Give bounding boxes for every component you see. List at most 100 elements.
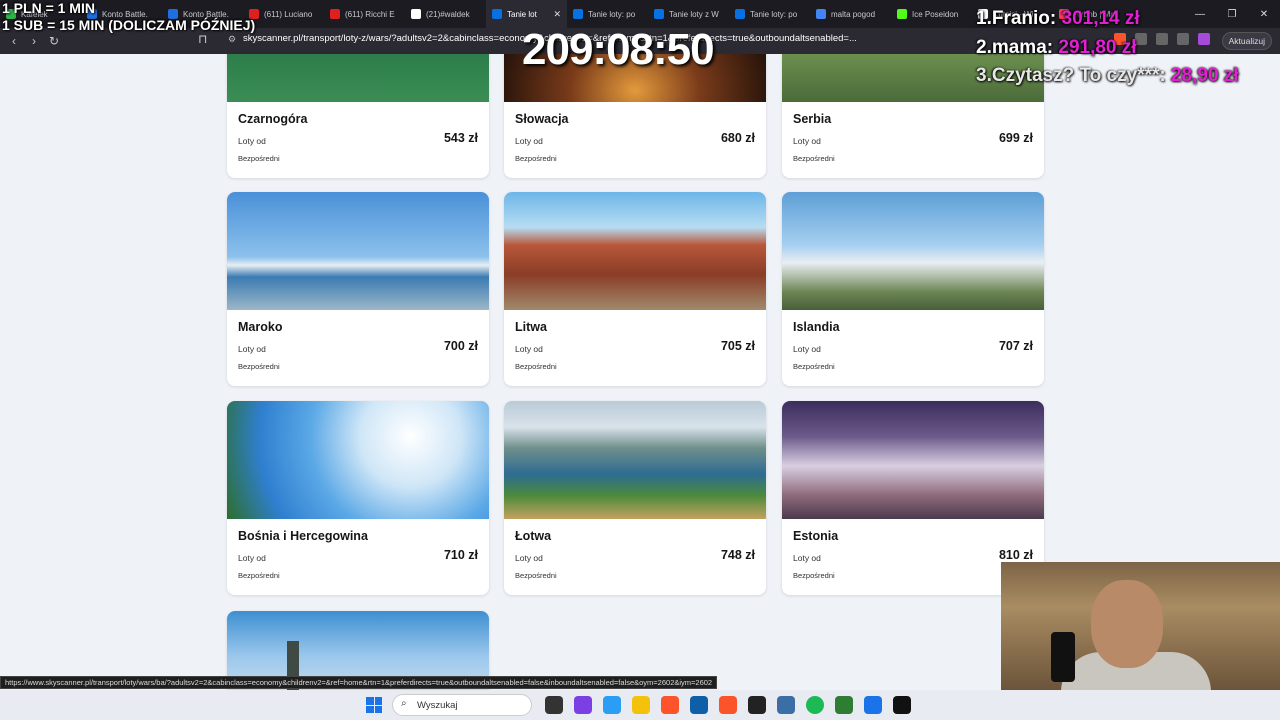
destination-card[interactable]: Łotwa Loty od 748 zł Bezpośredni bbox=[504, 401, 766, 595]
destination-card[interactable]: Islandia Loty od 707 zł Bezpośredni bbox=[782, 192, 1044, 386]
flights-from-label: Loty od bbox=[238, 553, 266, 563]
donor-amount: 28,90 zł bbox=[1170, 65, 1239, 86]
close-tab-icon[interactable]: ✕ bbox=[553, 9, 561, 20]
tab-favicon-icon bbox=[816, 9, 826, 19]
direct-flight-label: Bezpośredni bbox=[515, 154, 557, 163]
maximize-icon[interactable]: ❐ bbox=[1216, 9, 1248, 20]
browser-tab[interactable]: Tanie lot ✕ bbox=[486, 0, 567, 28]
messenger-icon[interactable] bbox=[574, 696, 592, 714]
windows-start-icon[interactable] bbox=[366, 697, 382, 713]
taskbar-search[interactable]: ⌕ Wyszukaj bbox=[392, 694, 532, 716]
destination-card[interactable]: Maroko Loty od 700 zł Bezpośredni bbox=[227, 192, 489, 386]
destination-image bbox=[227, 192, 489, 310]
taskbar-apps bbox=[545, 696, 911, 714]
app-icon[interactable] bbox=[835, 696, 853, 714]
destination-name: Słowacja bbox=[515, 112, 569, 126]
tab-label: Tanie loty z W bbox=[669, 9, 719, 19]
browser-tab[interactable]: Tanie loty: po bbox=[729, 0, 810, 28]
destination-price: 680 zł bbox=[720, 131, 755, 145]
overlay-sub-line: 1 SUB = 15 MIN (DOLICZAM PÓŹNIEJ) bbox=[2, 17, 256, 33]
destination-image bbox=[504, 192, 766, 310]
app-icon[interactable] bbox=[777, 696, 795, 714]
tab-label: malta pogod bbox=[831, 9, 876, 19]
app-icon[interactable] bbox=[864, 696, 882, 714]
tab-label: Tanie loty: po bbox=[750, 9, 798, 19]
brave-icon[interactable] bbox=[661, 696, 679, 714]
destination-name: Bośnia i Hercegowina bbox=[238, 529, 368, 543]
link-status-bar: https://www.skyscanner.pl/transport/loty… bbox=[0, 676, 718, 689]
reload-icon[interactable]: ↻ bbox=[44, 31, 64, 51]
tab-label: (611) Luciano bbox=[264, 9, 313, 19]
browser-tab[interactable]: malta pogod bbox=[810, 0, 891, 28]
back-icon[interactable]: ‹ bbox=[4, 31, 24, 51]
tab-favicon-icon bbox=[654, 9, 664, 19]
donor-label: 1.Franio: bbox=[976, 8, 1057, 29]
search-placeholder: Wyszukaj bbox=[417, 699, 458, 711]
destination-price: 707 zł bbox=[998, 339, 1033, 353]
donor-label: 2.mama: bbox=[976, 37, 1054, 58]
windows-taskbar: ⌕ Wyszukaj bbox=[0, 690, 1280, 720]
browser-tab[interactable]: (611) Ricchi E bbox=[324, 0, 405, 28]
minimize-icon[interactable]: — bbox=[1184, 9, 1216, 20]
destination-name: Serbia bbox=[793, 112, 832, 126]
tab-label: (21)#waldek bbox=[426, 9, 470, 19]
update-button[interactable]: Aktualizuj bbox=[1221, 32, 1272, 50]
search-icon: ⌕ bbox=[401, 698, 407, 709]
direct-flight-label: Bezpośredni bbox=[238, 154, 280, 163]
flights-from-label: Loty od bbox=[515, 344, 543, 354]
overlay-rate-line: 1 PLN = 1 MIN bbox=[2, 0, 95, 16]
flights-from-label: Loty od bbox=[238, 136, 266, 146]
destination-image bbox=[504, 401, 766, 519]
destination-name: Estonia bbox=[793, 529, 839, 543]
destination-name: Łotwa bbox=[515, 529, 552, 543]
direct-flight-label: Bezpośredni bbox=[515, 571, 557, 580]
destination-card[interactable]: Bośnia i Hercegowina Loty od 710 zł Bezpośr… bbox=[227, 401, 489, 595]
destination-name: Litwa bbox=[515, 320, 547, 334]
direct-flight-label: Bezpośredni bbox=[515, 362, 557, 371]
destination-card[interactable]: Czarnogóra Loty od 543 zł Bezpośredni bbox=[227, 54, 489, 178]
tab-label: Tanie lot bbox=[507, 9, 537, 19]
site-info-icon[interactable]: ⚙ bbox=[228, 34, 236, 45]
tab-label: Ice Poseidon bbox=[912, 9, 959, 19]
tab-favicon-icon bbox=[492, 9, 502, 19]
destination-price: 700 zł bbox=[443, 339, 478, 353]
file-explorer-icon[interactable] bbox=[632, 696, 650, 714]
store-icon[interactable] bbox=[690, 696, 708, 714]
spotify-icon[interactable] bbox=[806, 696, 824, 714]
tab-label: Tanie loty: po bbox=[588, 9, 636, 19]
donor-amount: 301,14 zł bbox=[1061, 8, 1140, 29]
bookmark-icon[interactable]: ⊓ bbox=[198, 32, 207, 46]
task-view-icon[interactable] bbox=[545, 696, 563, 714]
extension-icon[interactable] bbox=[1156, 33, 1168, 45]
obs-icon[interactable] bbox=[748, 696, 766, 714]
browser-tab[interactable]: Tanie loty z W bbox=[648, 0, 729, 28]
destination-card[interactable]: Litwa Loty od 705 zł Bezpośredni bbox=[504, 192, 766, 386]
copilot-icon[interactable] bbox=[603, 696, 621, 714]
browser-tab[interactable]: Tanie loty: po bbox=[567, 0, 648, 28]
destination-price: 543 zł bbox=[443, 131, 478, 145]
tab-favicon-icon bbox=[735, 9, 745, 19]
destination-price: 699 zł bbox=[998, 131, 1033, 145]
destination-price: 710 zł bbox=[443, 548, 478, 562]
brave-active-icon[interactable] bbox=[719, 696, 737, 714]
destination-name: Maroko bbox=[238, 320, 283, 334]
window-controls: — ❐ ✕ bbox=[1184, 0, 1280, 28]
tab-favicon-icon bbox=[573, 9, 583, 19]
extension-icon[interactable] bbox=[1177, 33, 1189, 45]
destination-price: 705 zł bbox=[720, 339, 755, 353]
destination-image bbox=[782, 192, 1044, 310]
direct-flight-label: Bezpośredni bbox=[238, 362, 280, 371]
stream-timer: 209:08:50 bbox=[522, 25, 715, 74]
close-window-icon[interactable]: ✕ bbox=[1248, 9, 1280, 20]
extension-icon[interactable] bbox=[1198, 33, 1210, 45]
forward-icon[interactable]: › bbox=[24, 31, 44, 51]
destination-price: 748 zł bbox=[720, 548, 755, 562]
destination-image bbox=[782, 401, 1044, 519]
app-icon[interactable] bbox=[893, 696, 911, 714]
browser-tab[interactable]: (21)#waldek bbox=[405, 0, 486, 28]
donor-rank-2: 2.mama: 291,80 zł bbox=[976, 37, 1137, 59]
flights-from-label: Loty od bbox=[238, 344, 266, 354]
donor-label: 3.Czytasz? To czy***: bbox=[976, 65, 1166, 86]
browser-tab[interactable]: Ice Poseidon bbox=[891, 0, 972, 28]
webcam-feed bbox=[1001, 562, 1280, 690]
